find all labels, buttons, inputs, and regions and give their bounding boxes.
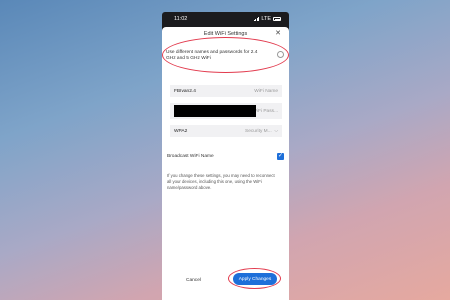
broadcast-checkbox[interactable]: ✓ — [277, 153, 284, 160]
status-indicators: LTE — [253, 16, 281, 22]
chevron-down-icon: ⌵ — [273, 129, 278, 134]
wifi-name-placeholder: WiFi Name — [254, 88, 278, 94]
signal-icon — [253, 17, 260, 21]
security-mode-placeholder: Security M... — [245, 129, 272, 134]
wifi-password-field[interactable]: WiFi Pass... — [170, 103, 282, 119]
battery-icon — [273, 17, 281, 21]
split-band-toggle[interactable] — [277, 51, 284, 58]
wifi-password-placeholder: WiFi Pass... — [252, 108, 278, 114]
status-time: 11:02 — [174, 16, 188, 22]
cancel-button[interactable]: Cancel — [186, 278, 201, 283]
wifi-name-value: FBIvan2.4 — [174, 88, 196, 94]
security-mode-value: WPA2 — [174, 128, 188, 134]
split-band-label: Use different names and passwords for 2.… — [166, 50, 258, 61]
split-band-row: Use different names and passwords for 2.… — [166, 50, 286, 62]
status-bar: 11:02 LTE — [162, 12, 289, 26]
wifi-name-field[interactable]: FBIvan2.4 WiFi Name — [170, 85, 282, 97]
broadcast-row: Broadcast WiFi Name ✓ — [167, 153, 284, 160]
info-text: If you change these settings, you may ne… — [167, 173, 275, 190]
phone-frame: 11:02 LTE Edit WiFi Settings ✕ Use diffe… — [162, 12, 289, 300]
broadcast-label: Broadcast WiFi Name — [167, 154, 214, 159]
edit-wifi-sheet: Edit WiFi Settings ✕ Use different names… — [162, 27, 289, 300]
security-mode-right: Security M... ⌵ — [245, 128, 278, 134]
network-label: LTE — [261, 16, 271, 22]
security-mode-select[interactable]: WPA2 Security M... ⌵ — [170, 125, 282, 137]
apply-changes-button[interactable]: Apply Changes — [233, 273, 277, 285]
sheet-header: Edit WiFi Settings ✕ — [162, 27, 289, 41]
dialog-title: Edit WiFi Settings — [203, 31, 248, 37]
redacted-password — [174, 105, 256, 117]
close-icon[interactable]: ✕ — [275, 30, 281, 37]
